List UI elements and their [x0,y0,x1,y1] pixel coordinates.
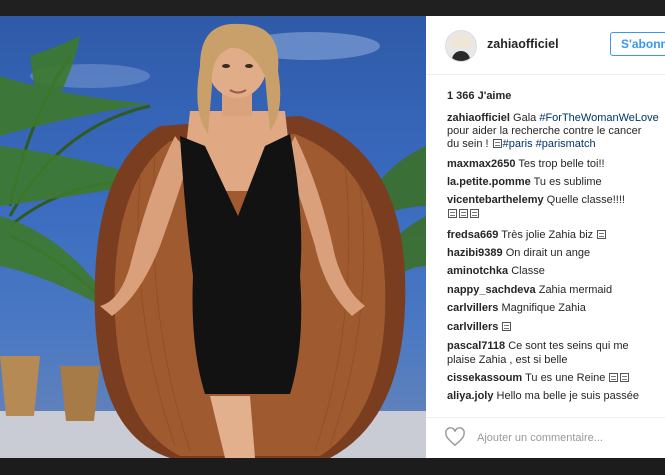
comment-text: Quelle classe!!!! [546,194,625,206]
avatar-hair [450,34,472,48]
comment-username[interactable]: hazibi9389 [447,247,503,259]
emoji-glyph [609,373,619,382]
hashtag-fortheowomanwelove[interactable]: #ForTheWomanWeLove [539,112,658,124]
comment-text: Classe [511,265,545,277]
comment: aliya.joly Hello ma belle je suis passée [447,390,639,403]
comment: maxmax2650 Tes trop belle toi!! [447,158,605,171]
comment-text: Magnifique Zahia [501,302,586,314]
post-sidebar: zahiaofficiel S'abonner 1 366 J'aime zah… [426,16,665,458]
bottom-bar [0,458,665,475]
comment: carlvillers [447,321,512,334]
comment-text: Tes trop belle toi!! [518,158,605,170]
comment-username[interactable]: carlvillers [447,302,498,314]
comment: hazibi9389 On dirait un ange [447,247,590,260]
comment-continuation: plaise Zahia , est si belle [447,354,568,366]
comment: fredsa669 Très jolie Zahia biz [447,229,607,242]
heart-icon[interactable] [444,427,466,447]
comment-username[interactable]: vicentebarthelemy [447,194,544,206]
comment: nappy_sachdeva Zahia mermaid [447,284,612,297]
caption-username[interactable]: zahiaofficiel [447,112,510,124]
emoji-glyph [597,230,607,239]
emoji-glyph [620,373,630,382]
comment-username[interactable]: aliya.joly [447,390,493,402]
hashtag-parismatch[interactable]: #parismatch [536,138,596,150]
comment: cissekassoum Tu es une Reine [447,372,630,385]
add-comment-bar: Ajouter un commentaire... [426,417,665,458]
comment-username[interactable]: nappy_sachdeva [447,284,536,296]
comment-text: Tu es une Reine [525,372,606,384]
avatar[interactable] [445,30,477,62]
caption-line-1: zahiaofficiel Gala #ForTheWomanWeLove [447,112,659,125]
follow-button[interactable]: S'abonner [610,32,665,56]
comment-text: Très jolie Zahia biz [501,229,594,241]
caption-text-1: Gala [513,112,540,124]
comment-text: Zahia mermaid [538,284,613,296]
emoji-glyph [502,322,512,331]
comment-username[interactable]: maxmax2650 [447,158,516,170]
post-header: zahiaofficiel S'abonner [426,16,665,75]
emoji-row [447,208,480,221]
caption-text-3: du sein ! [447,138,492,150]
comment-username[interactable]: aminotchka [447,265,508,277]
post-photo[interactable] [0,16,426,458]
caption-line-3: du sein ! #paris #parismatch [447,138,596,151]
emoji-glyph [492,139,502,148]
comment-text: Hello ma belle je suis passée [496,390,640,402]
emoji-glyph [448,209,457,218]
add-comment-input[interactable]: Ajouter un commentaire... [477,432,603,444]
comment-username[interactable]: fredsa669 [447,229,498,241]
top-bar [0,0,665,16]
username-link[interactable]: zahiaofficiel [487,37,559,51]
avatar-body [452,51,470,61]
comment: vicentebarthelemy Quelle classe!!!! [447,194,625,207]
hashtag-paris[interactable]: #paris [503,138,533,150]
comment-text: On dirait un ange [505,247,591,259]
comment: pascal7118 Ce sont tes seins qui me [447,340,629,353]
likes-count[interactable]: 1 366 J'aime [447,90,511,102]
comment: la.petite.pomme Tu es sublime [447,176,602,189]
comment-username[interactable]: pascal7118 [447,340,505,352]
caption-line-2: pour aider la recherche contre le cancer [447,125,642,137]
comment-username[interactable]: la.petite.pomme [447,176,531,188]
comment-text: Ce sont tes seins qui me [508,340,629,352]
emoji-glyph [459,209,468,218]
comment-username[interactable]: cissekassoum [447,372,522,384]
emoji-glyph [470,209,479,218]
comment: carlvillers Magnifique Zahia [447,302,586,315]
comment-text: Tu es sublime [533,176,602,188]
comment: aminotchka Classe [447,265,545,278]
photo-illustration [0,23,426,458]
comment-username[interactable]: carlvillers [447,321,498,333]
